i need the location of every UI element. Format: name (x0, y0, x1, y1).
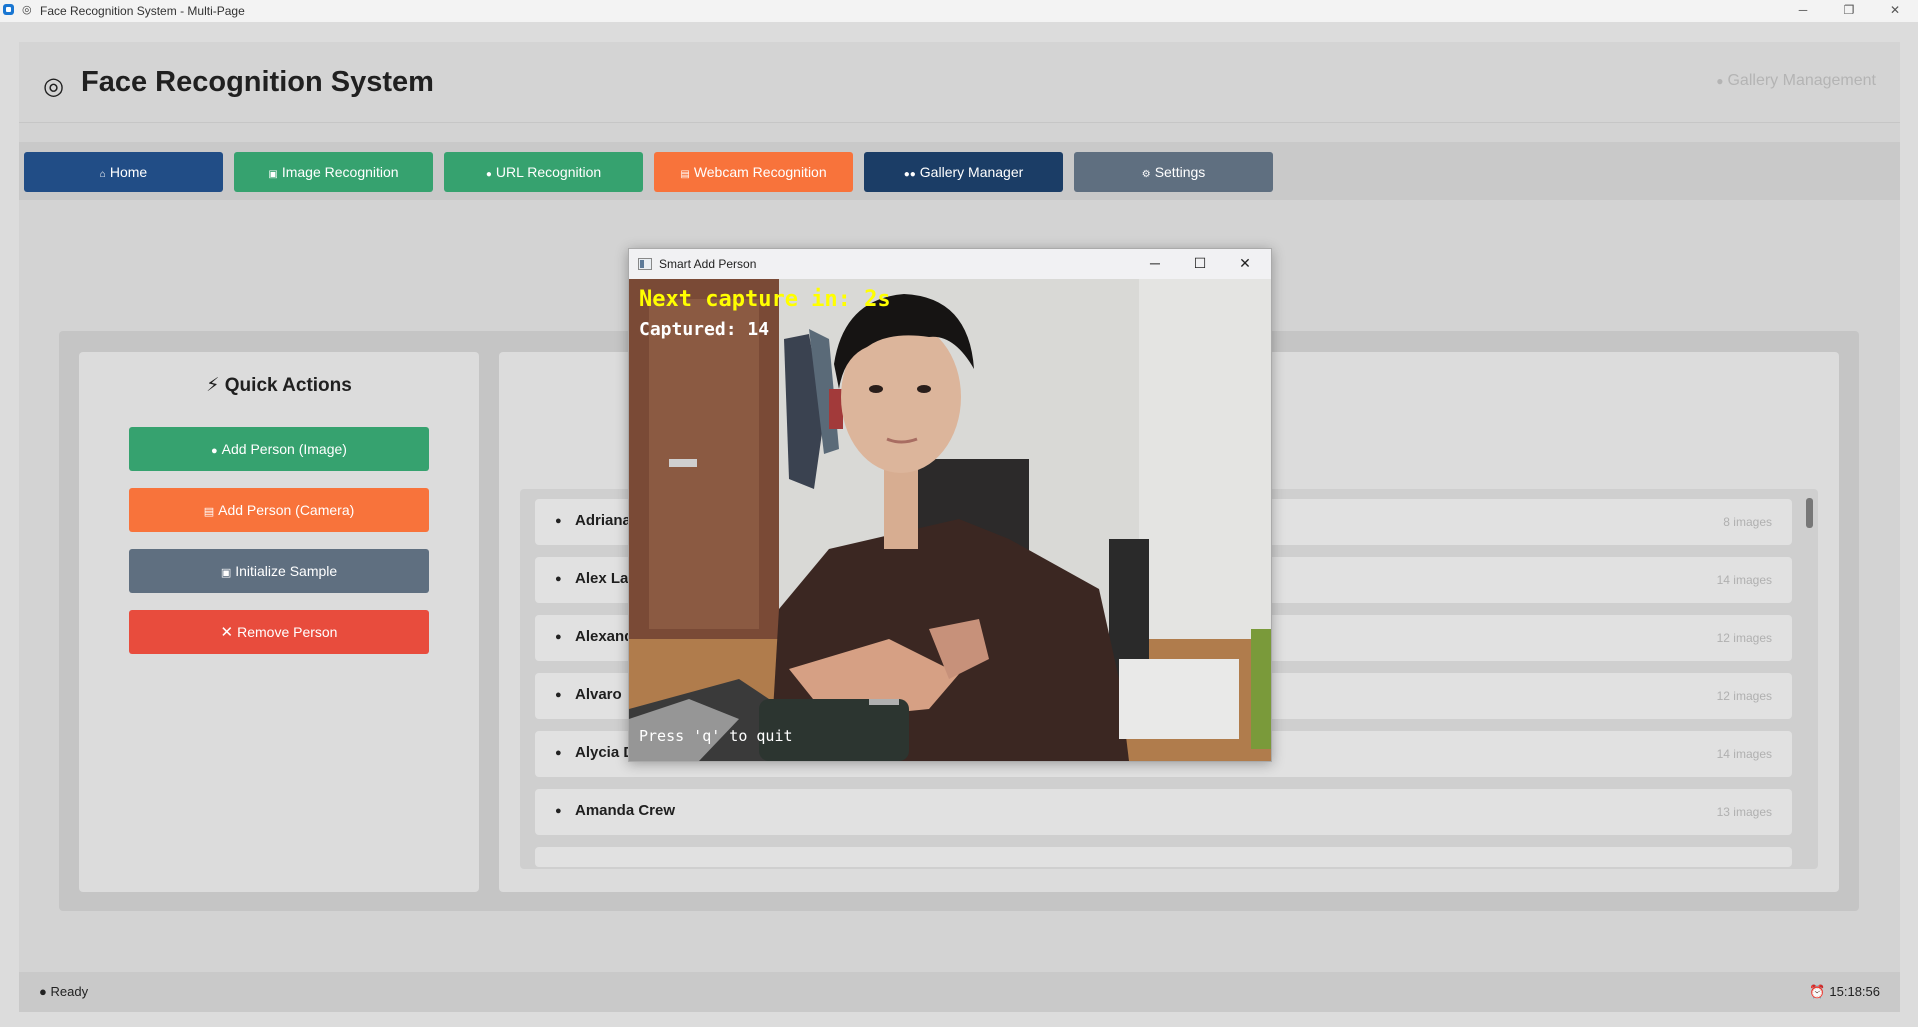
list-item[interactable] (535, 847, 1792, 867)
minimize-button[interactable]: ─ (1780, 0, 1826, 22)
camera-scene (629, 279, 1271, 761)
status-label: Ready (50, 984, 89, 999)
nav-image-label: Image Recognition (281, 164, 399, 180)
person-icon: ● (555, 573, 562, 585)
quit-hint-overlay: Press 'q' to quit (639, 727, 793, 745)
person-icon: ● (555, 689, 562, 701)
close-icon: ✕ (220, 624, 234, 641)
popup-titlebar[interactable]: Smart Add Person ─ ☐ ✕ (629, 249, 1271, 279)
camera-feed: Next capture in: 2s Captured: 14 Press '… (629, 279, 1271, 761)
person-name: Adriana (575, 512, 631, 529)
target-icon: ◎ (43, 73, 64, 100)
person-icon: ● (555, 747, 562, 759)
add-person-image-button[interactable]: ● Add Person (Image) (129, 427, 429, 471)
person-name: Alexand (575, 628, 634, 645)
nav-gallery-manager-button[interactable]: ●● Gallery Manager (864, 152, 1063, 192)
quick-actions-label: Quick Actions (224, 375, 352, 396)
person-icon: ● (555, 515, 562, 527)
time-label: 15:18:56 (1829, 984, 1880, 999)
window-icon (638, 258, 652, 270)
nav-gallery-label: Gallery Manager (919, 164, 1024, 180)
nav-settings-button[interactable]: ⚙ Settings (1074, 152, 1273, 192)
nav-home-label: Home (109, 164, 148, 180)
image-count: 13 images (1716, 805, 1772, 819)
restore-button[interactable]: ❐ (1826, 0, 1872, 22)
people-icon: ●● (903, 169, 916, 180)
person-name: Alycia D (575, 744, 635, 761)
quick-actions-title: ⚡ Quick Actions (79, 374, 479, 397)
os-titlebar: ◎ Face Recognition System - Multi-Page ─… (0, 0, 1918, 22)
status-dot-icon: ● (39, 984, 47, 999)
nav-image-recognition-button[interactable]: ▣ Image Recognition (234, 152, 433, 192)
captured-count-overlay: Captured: 14 (639, 319, 770, 340)
person-name: Alex La (575, 570, 629, 587)
person-icon: ● (211, 445, 218, 457)
header-section-text: Gallery Management (1727, 72, 1876, 89)
app-icon (3, 4, 14, 15)
add-person-camera-button[interactable]: ▤ Add Person (Camera) (129, 488, 429, 532)
next-capture-overlay: Next capture in: 2s (639, 287, 891, 312)
box-icon: ▣ (220, 567, 232, 579)
initialize-sample-label: Initialize Sample (235, 563, 338, 579)
nav-webcam-label: Webcam Recognition (693, 164, 827, 180)
image-count: 12 images (1716, 689, 1772, 703)
lightning-icon: ⚡ (206, 375, 220, 396)
nav-url-label: URL Recognition (495, 164, 602, 180)
nav-settings-label: Settings (1154, 164, 1206, 180)
person-icon: ● (555, 805, 562, 817)
gear-icon: ⚙ (1141, 169, 1151, 180)
add-person-image-label: Add Person (Image) (221, 441, 347, 457)
image-count: 14 images (1716, 747, 1772, 761)
remove-person-button[interactable]: ✕ Remove Person (129, 610, 429, 654)
popup-minimize-button[interactable]: ─ (1133, 252, 1177, 276)
close-button[interactable]: ✕ (1872, 0, 1918, 22)
status-text: ● Ready (39, 984, 88, 999)
pin-icon: ● (1716, 74, 1724, 88)
add-person-camera-label: Add Person (Camera) (218, 502, 355, 518)
navbar: ⌂ Home ▣ Image Recognition ● URL Recognitio… (19, 142, 1900, 200)
page-title: Face Recognition System (81, 66, 434, 98)
person-name: Alvaro (575, 686, 622, 703)
popup-title: Smart Add Person (659, 257, 757, 271)
alarm-clock-icon: ⏰ (1809, 984, 1826, 999)
scrollbar-thumb[interactable] (1806, 498, 1813, 528)
header: ◎ Face Recognition System ● Gallery Manag… (19, 42, 1900, 123)
window-title: Face Recognition System - Multi-Page (40, 4, 245, 18)
image-count: 12 images (1716, 631, 1772, 645)
nav-webcam-recognition-button[interactable]: ▤ Webcam Recognition (654, 152, 853, 192)
list-item[interactable]: ● Amanda Crew 13 images (535, 789, 1792, 835)
image-count: 14 images (1716, 573, 1772, 587)
popup-close-button[interactable]: ✕ (1223, 252, 1267, 276)
initialize-sample-button[interactable]: ▣ Initialize Sample (129, 549, 429, 593)
person-name: Amanda Crew (575, 802, 676, 819)
nav-home-button[interactable]: ⌂ Home (24, 152, 223, 192)
status-bar: ● Ready ⏰ 15:18:56 (19, 972, 1900, 1012)
remove-person-label: Remove Person (237, 624, 338, 640)
nav-url-recognition-button[interactable]: ● URL Recognition (444, 152, 643, 192)
camera-icon: ▤ (680, 169, 690, 180)
quick-actions-panel: ⚡ Quick Actions ● Add Person (Image) ▤ Add… (79, 352, 479, 892)
image-count: 8 images (1723, 515, 1772, 529)
target-icon: ◎ (22, 4, 32, 16)
person-icon: ● (555, 631, 562, 643)
smart-add-person-window: Smart Add Person ─ ☐ ✕ Next capture in: … (628, 248, 1272, 762)
image-icon: ▣ (268, 169, 278, 180)
house-icon: ⌂ (99, 169, 106, 180)
status-time: ⏰ 15:18:56 (1809, 984, 1880, 1000)
globe-icon: ● (485, 169, 492, 180)
camera-icon: ▤ (203, 506, 215, 518)
popup-maximize-button[interactable]: ☐ (1178, 252, 1222, 276)
header-section-label: ● Gallery Management (1716, 72, 1876, 90)
